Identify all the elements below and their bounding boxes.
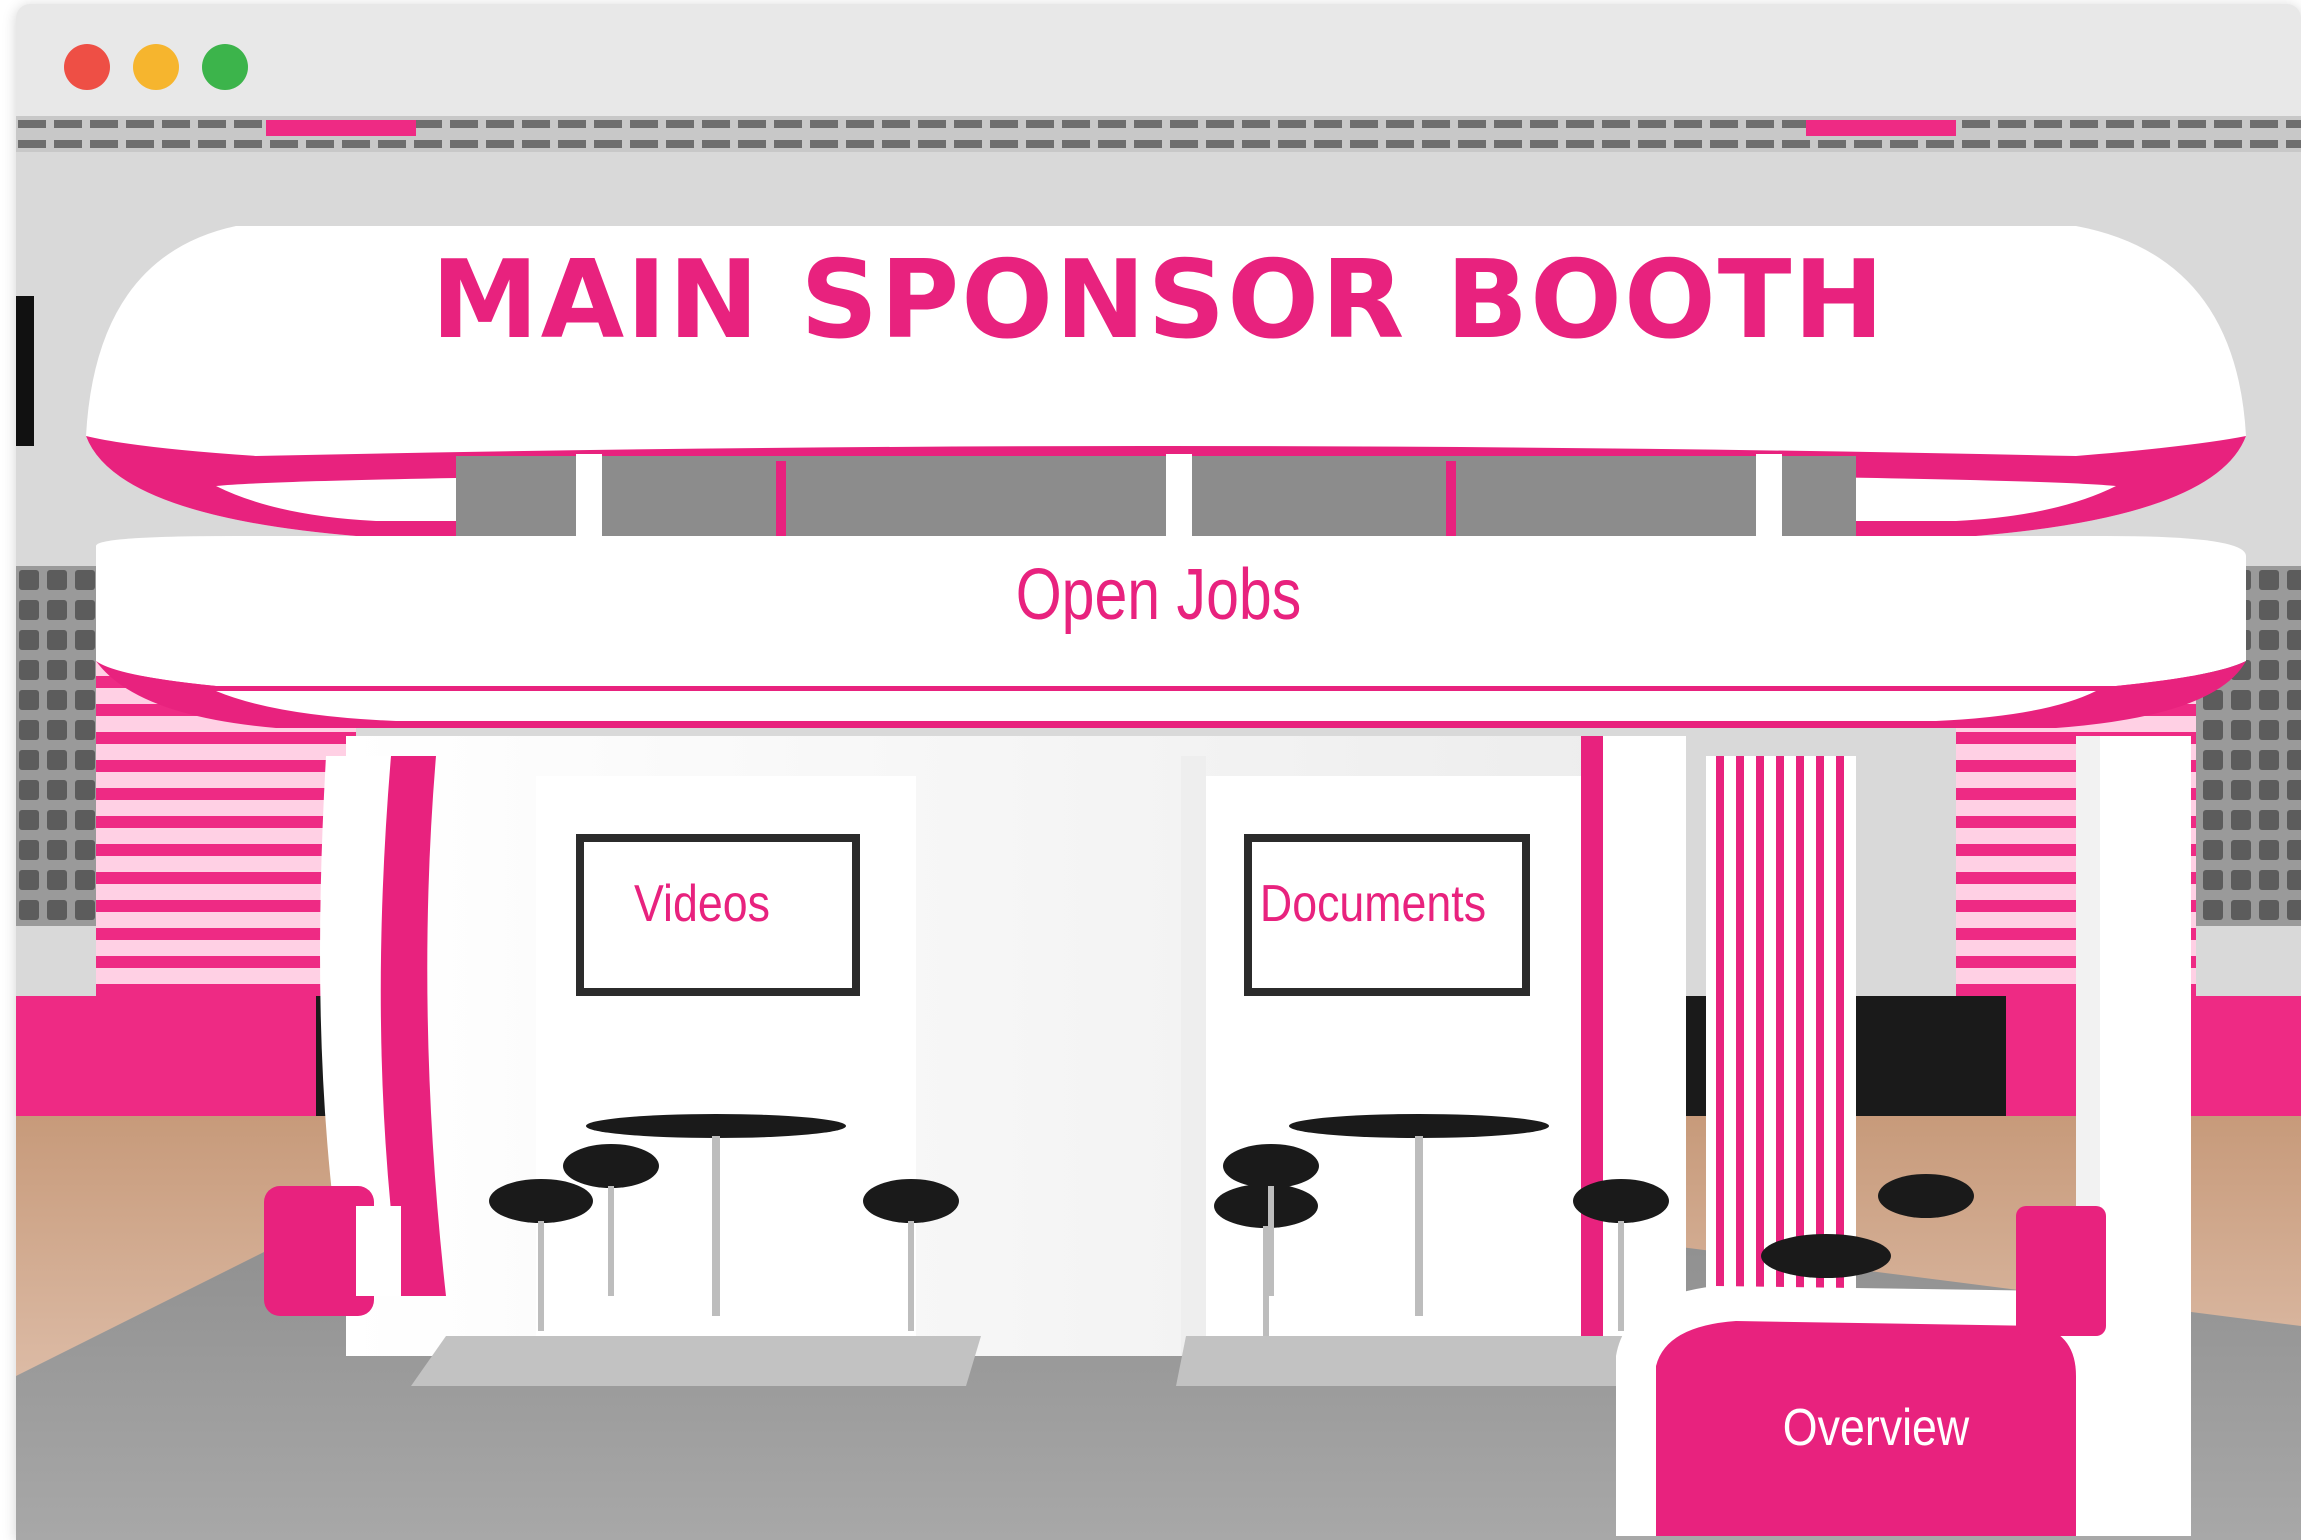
browser-window: MAIN SPONSOR BOOTH Open Jobs Videos Docu… [16,4,2301,1540]
documents-screen-link[interactable]: Documents [1248,874,1497,934]
virtual-booth-scene: MAIN SPONSOR BOOTH Open Jobs Videos Docu… [16,116,2301,1540]
close-window-button[interactable] [64,44,110,90]
videos-screen-link[interactable]: Videos [582,874,823,934]
open-jobs-link[interactable]: Open Jobs [222,554,2096,636]
maximize-window-button[interactable] [202,44,248,90]
minimize-window-button[interactable] [133,44,179,90]
window-titlebar [16,4,2301,116]
booth-title: MAIN SPONSOR BOOTH [431,238,1886,363]
overview-counter-link[interactable]: Overview [1687,1398,2065,1458]
